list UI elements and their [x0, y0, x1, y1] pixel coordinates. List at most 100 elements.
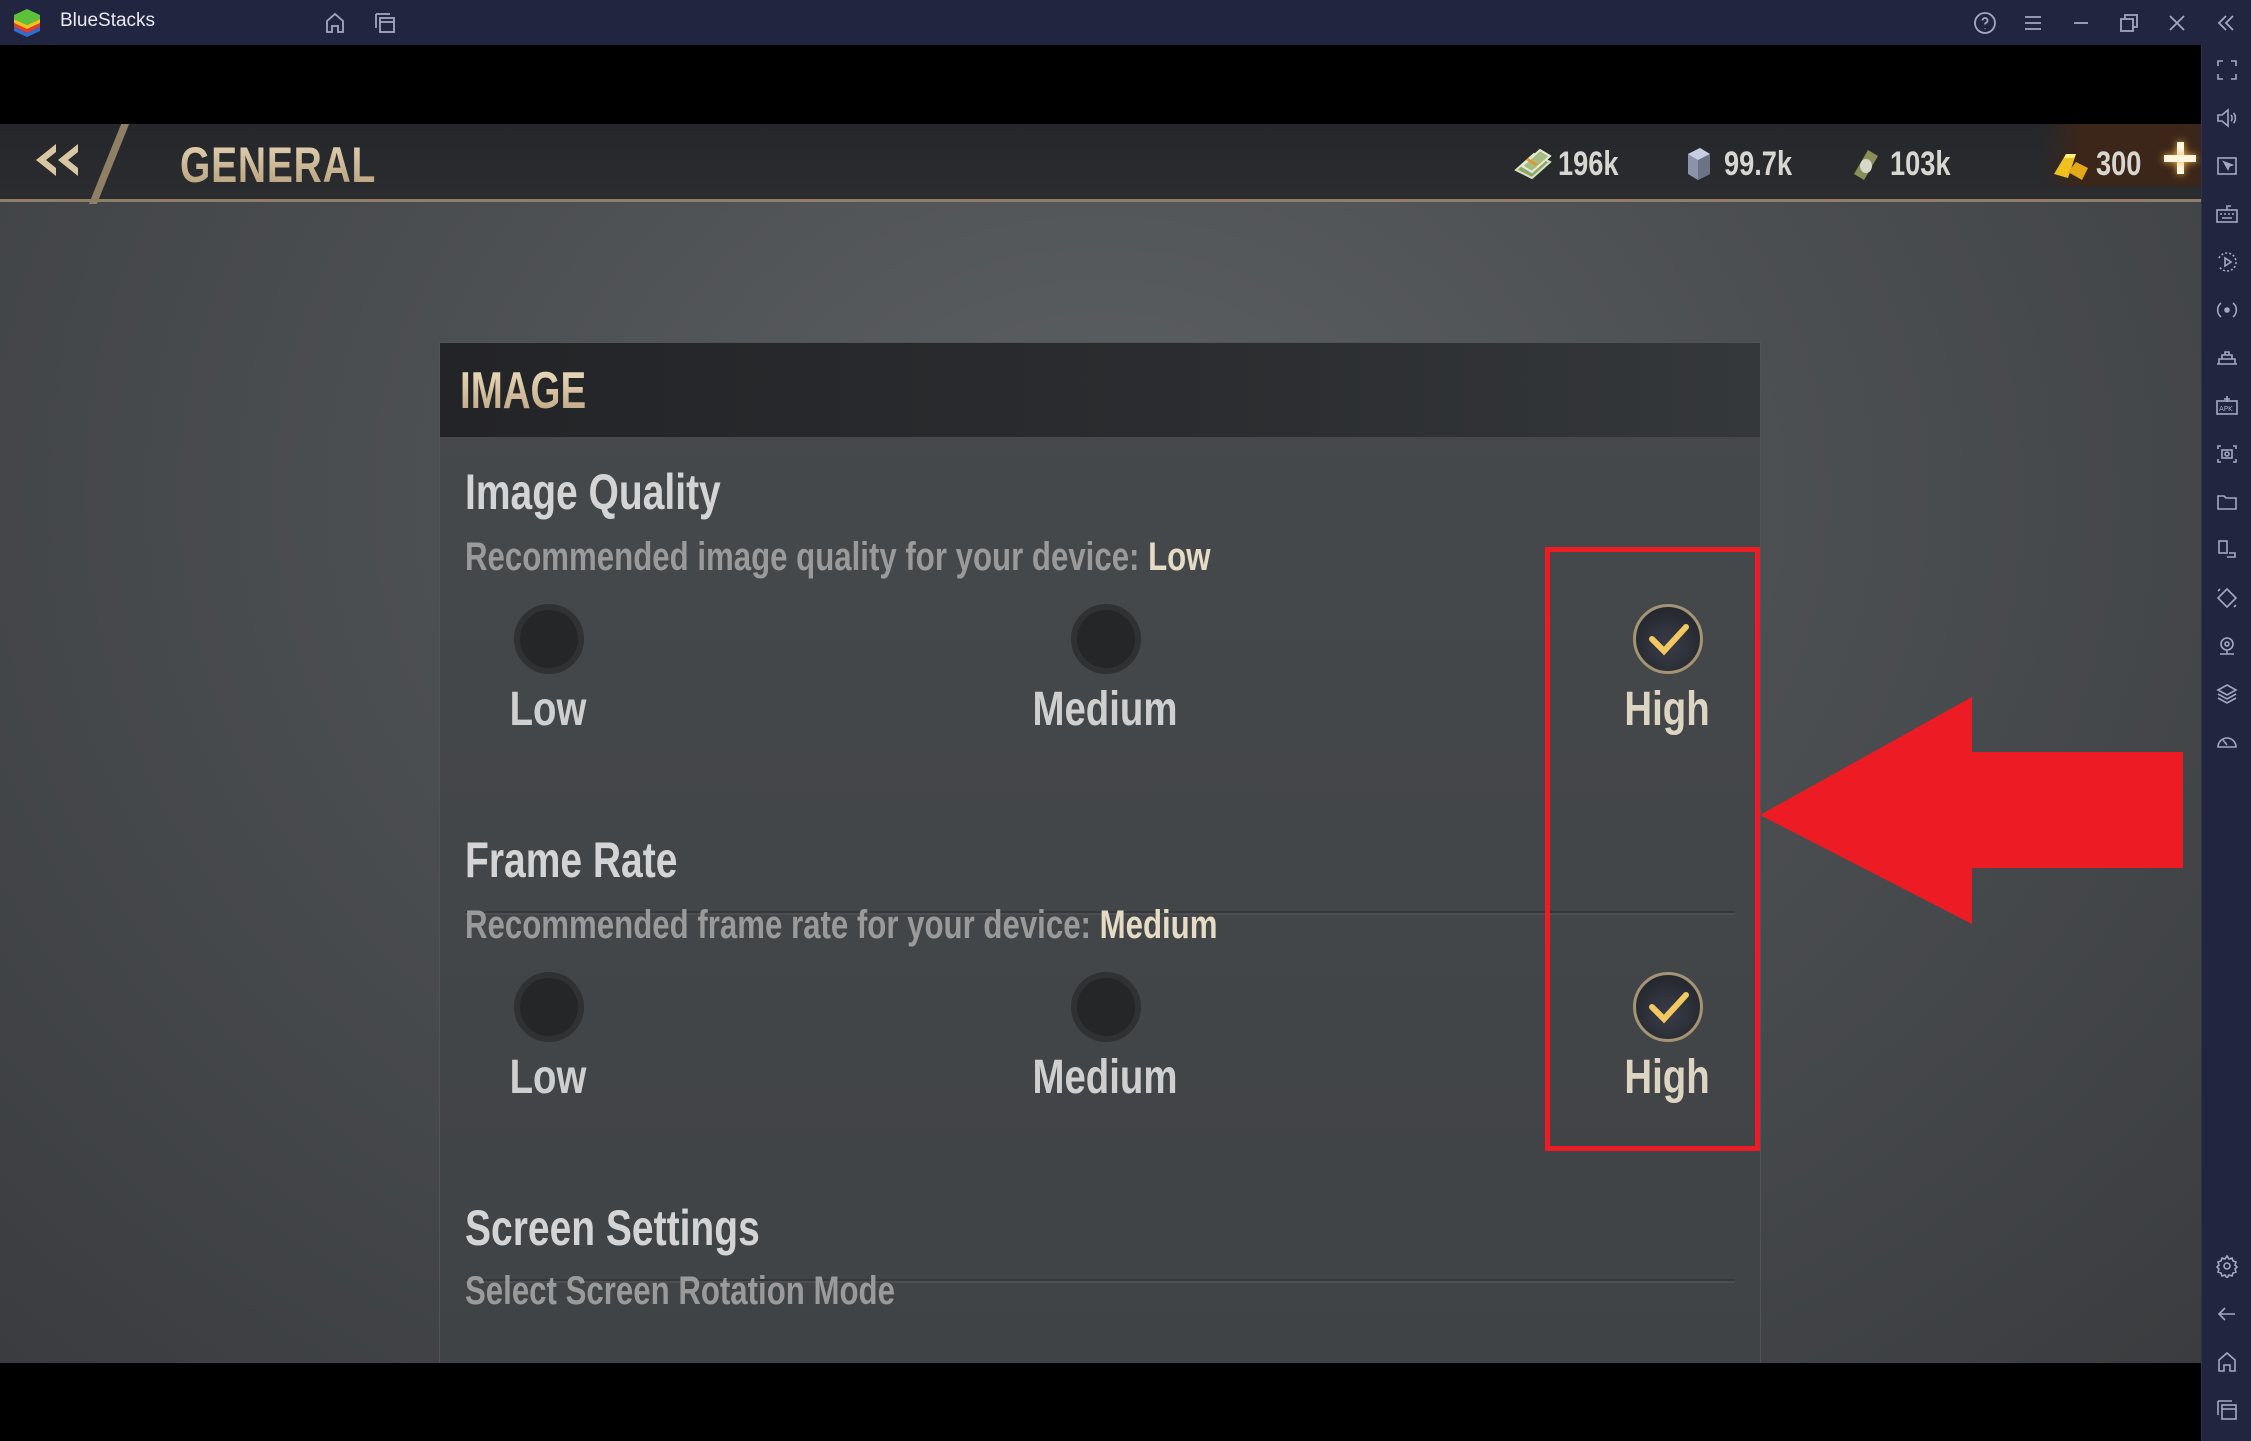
- apk-icon: APK: [2216, 396, 2238, 415]
- steel-icon: [1688, 148, 1710, 180]
- frame-rate-desc: Recommended frame rate for your device: …: [465, 903, 1217, 948]
- checkmark-icon: [1649, 624, 1689, 656]
- help-icon: [1974, 12, 1996, 34]
- image-quality-medium-option[interactable]: Medium: [995, 604, 1215, 744]
- app-title: BlueStacks: [60, 10, 156, 31]
- cash-value: 196k: [1558, 144, 1619, 183]
- performance-button[interactable]: [2213, 728, 2241, 756]
- add-gold-button[interactable]: [2162, 140, 2198, 176]
- pointer-mode-button[interactable]: [2213, 152, 2241, 180]
- menu-button[interactable]: [2018, 8, 2048, 38]
- keyboard-icon: [2216, 205, 2238, 223]
- media-folder-button[interactable]: [2213, 488, 2241, 516]
- camera-icon: [2217, 445, 2237, 463]
- shake-icon: [2216, 587, 2238, 609]
- gear-icon: [2215, 1254, 2239, 1278]
- minimize-icon: [2074, 22, 2088, 24]
- home-nav-button[interactable]: [2213, 1348, 2241, 1376]
- screen-settings-title: Screen Settings: [465, 1200, 760, 1256]
- frame-rate-low-option[interactable]: Low: [438, 972, 658, 1112]
- radio-unselected-icon: [1071, 972, 1141, 1042]
- double-chevron-left-icon: [2217, 15, 2234, 31]
- steel-value: 99.7k: [1724, 144, 1793, 183]
- install-apk-button[interactable]: APK: [2213, 392, 2241, 420]
- frame-rate-medium-option[interactable]: Medium: [995, 972, 1215, 1112]
- page-title: GENERAL: [180, 137, 377, 193]
- gamepad-icon: [2217, 351, 2237, 365]
- option-label: Low: [509, 683, 587, 736]
- recent-apps-icon: [2217, 1400, 2237, 1420]
- checkmark-icon: [1649, 992, 1689, 1024]
- game-screen: GENERAL 196k 99.7k 103k 300 IMAGE Image …: [0, 124, 2201, 1363]
- keyboard-controls-button[interactable]: [2213, 200, 2241, 228]
- fullscreen-button[interactable]: [2213, 56, 2241, 84]
- gold-bars-icon: [2054, 154, 2088, 180]
- back-nav-button[interactable]: [2213, 1300, 2241, 1328]
- multi-instance-button[interactable]: [370, 8, 400, 38]
- right-sidebar: APK: [2201, 45, 2251, 1441]
- help-button[interactable]: [1970, 8, 2000, 38]
- panel-title: IMAGE: [460, 362, 587, 420]
- game-controls-button[interactable]: [2213, 344, 2241, 372]
- fuel-value: 103k: [1890, 144, 1951, 183]
- close-icon: [2169, 15, 2185, 31]
- macro-recorder-button[interactable]: [2213, 248, 2241, 276]
- restore-icon: [2120, 14, 2138, 32]
- screenshot-button[interactable]: [2213, 440, 2241, 468]
- fullscreen-icon: [2217, 60, 2237, 80]
- desc-text: Recommended image quality for your devic…: [465, 535, 1149, 579]
- bluestacks-logo-icon: [14, 9, 40, 37]
- menu-icon: [2025, 16, 2041, 30]
- resize-icon: [2218, 540, 2236, 558]
- back-button[interactable]: [28, 136, 88, 186]
- radio-unselected-icon: [1071, 604, 1141, 674]
- resource-gold: 300: [2050, 142, 2153, 186]
- image-quality-low-option[interactable]: Low: [438, 604, 658, 744]
- option-label: Medium: [1032, 683, 1178, 736]
- collapse-sidebar-button[interactable]: [2211, 8, 2241, 38]
- radio-unselected-icon: [514, 604, 584, 674]
- game-header: GENERAL 196k 99.7k 103k 300: [0, 124, 2201, 204]
- frame-rate-title: Frame Rate: [465, 832, 678, 888]
- multi-instance-sidebar-button[interactable]: [2213, 536, 2241, 564]
- minimize-button[interactable]: [2066, 8, 2096, 38]
- title-bar: BlueStacks: [0, 0, 2251, 45]
- arrow-left-icon: [2217, 1307, 2235, 1321]
- location-button[interactable]: [2213, 632, 2241, 660]
- close-button[interactable]: [2162, 8, 2192, 38]
- radio-unselected-icon: [514, 972, 584, 1042]
- layers-button[interactable]: [2213, 680, 2241, 708]
- rotate-button[interactable]: [2213, 296, 2241, 324]
- volume-icon: [2217, 108, 2237, 128]
- location-icon: [2220, 637, 2234, 655]
- recent-apps-button[interactable]: [2213, 1396, 2241, 1424]
- option-label: High: [1624, 683, 1710, 736]
- home-icon: [2218, 1351, 2236, 1372]
- home-button[interactable]: [320, 8, 350, 38]
- settings-button[interactable]: [2213, 1252, 2241, 1280]
- multi-instance-icon: [375, 13, 395, 33]
- image-quality-desc: Recommended image quality for your devic…: [465, 535, 1210, 580]
- image-quality-title: Image Quality: [465, 464, 721, 520]
- gauge-icon: [2217, 737, 2237, 748]
- layers-icon: [2216, 684, 2238, 704]
- resource-fuel: 103k: [1844, 142, 1966, 186]
- option-label: Low: [509, 1051, 587, 1104]
- image-quality-high-option[interactable]: High: [1557, 604, 1777, 744]
- header-divider: [88, 124, 130, 204]
- folder-icon: [2217, 495, 2237, 510]
- option-label: Medium: [1032, 1051, 1178, 1104]
- settings-panel: IMAGE Image Quality Recommended image qu…: [440, 343, 1760, 1363]
- shake-button[interactable]: [2213, 584, 2241, 612]
- resource-steel: 99.7k: [1678, 142, 1809, 186]
- restore-button[interactable]: [2114, 8, 2144, 38]
- radio-selected-icon: [1633, 604, 1703, 674]
- panel-header: IMAGE: [440, 343, 1760, 437]
- recommended-value: Low: [1148, 535, 1211, 579]
- volume-button[interactable]: [2213, 104, 2241, 132]
- desc-text: Recommended frame rate for your device:: [465, 903, 1100, 947]
- screen-settings-desc: Select Screen Rotation Mode: [465, 1269, 895, 1313]
- frame-rate-high-option[interactable]: High: [1557, 972, 1777, 1112]
- svg-text:APK: APK: [2219, 405, 2233, 413]
- radio-selected-icon: [1633, 972, 1703, 1042]
